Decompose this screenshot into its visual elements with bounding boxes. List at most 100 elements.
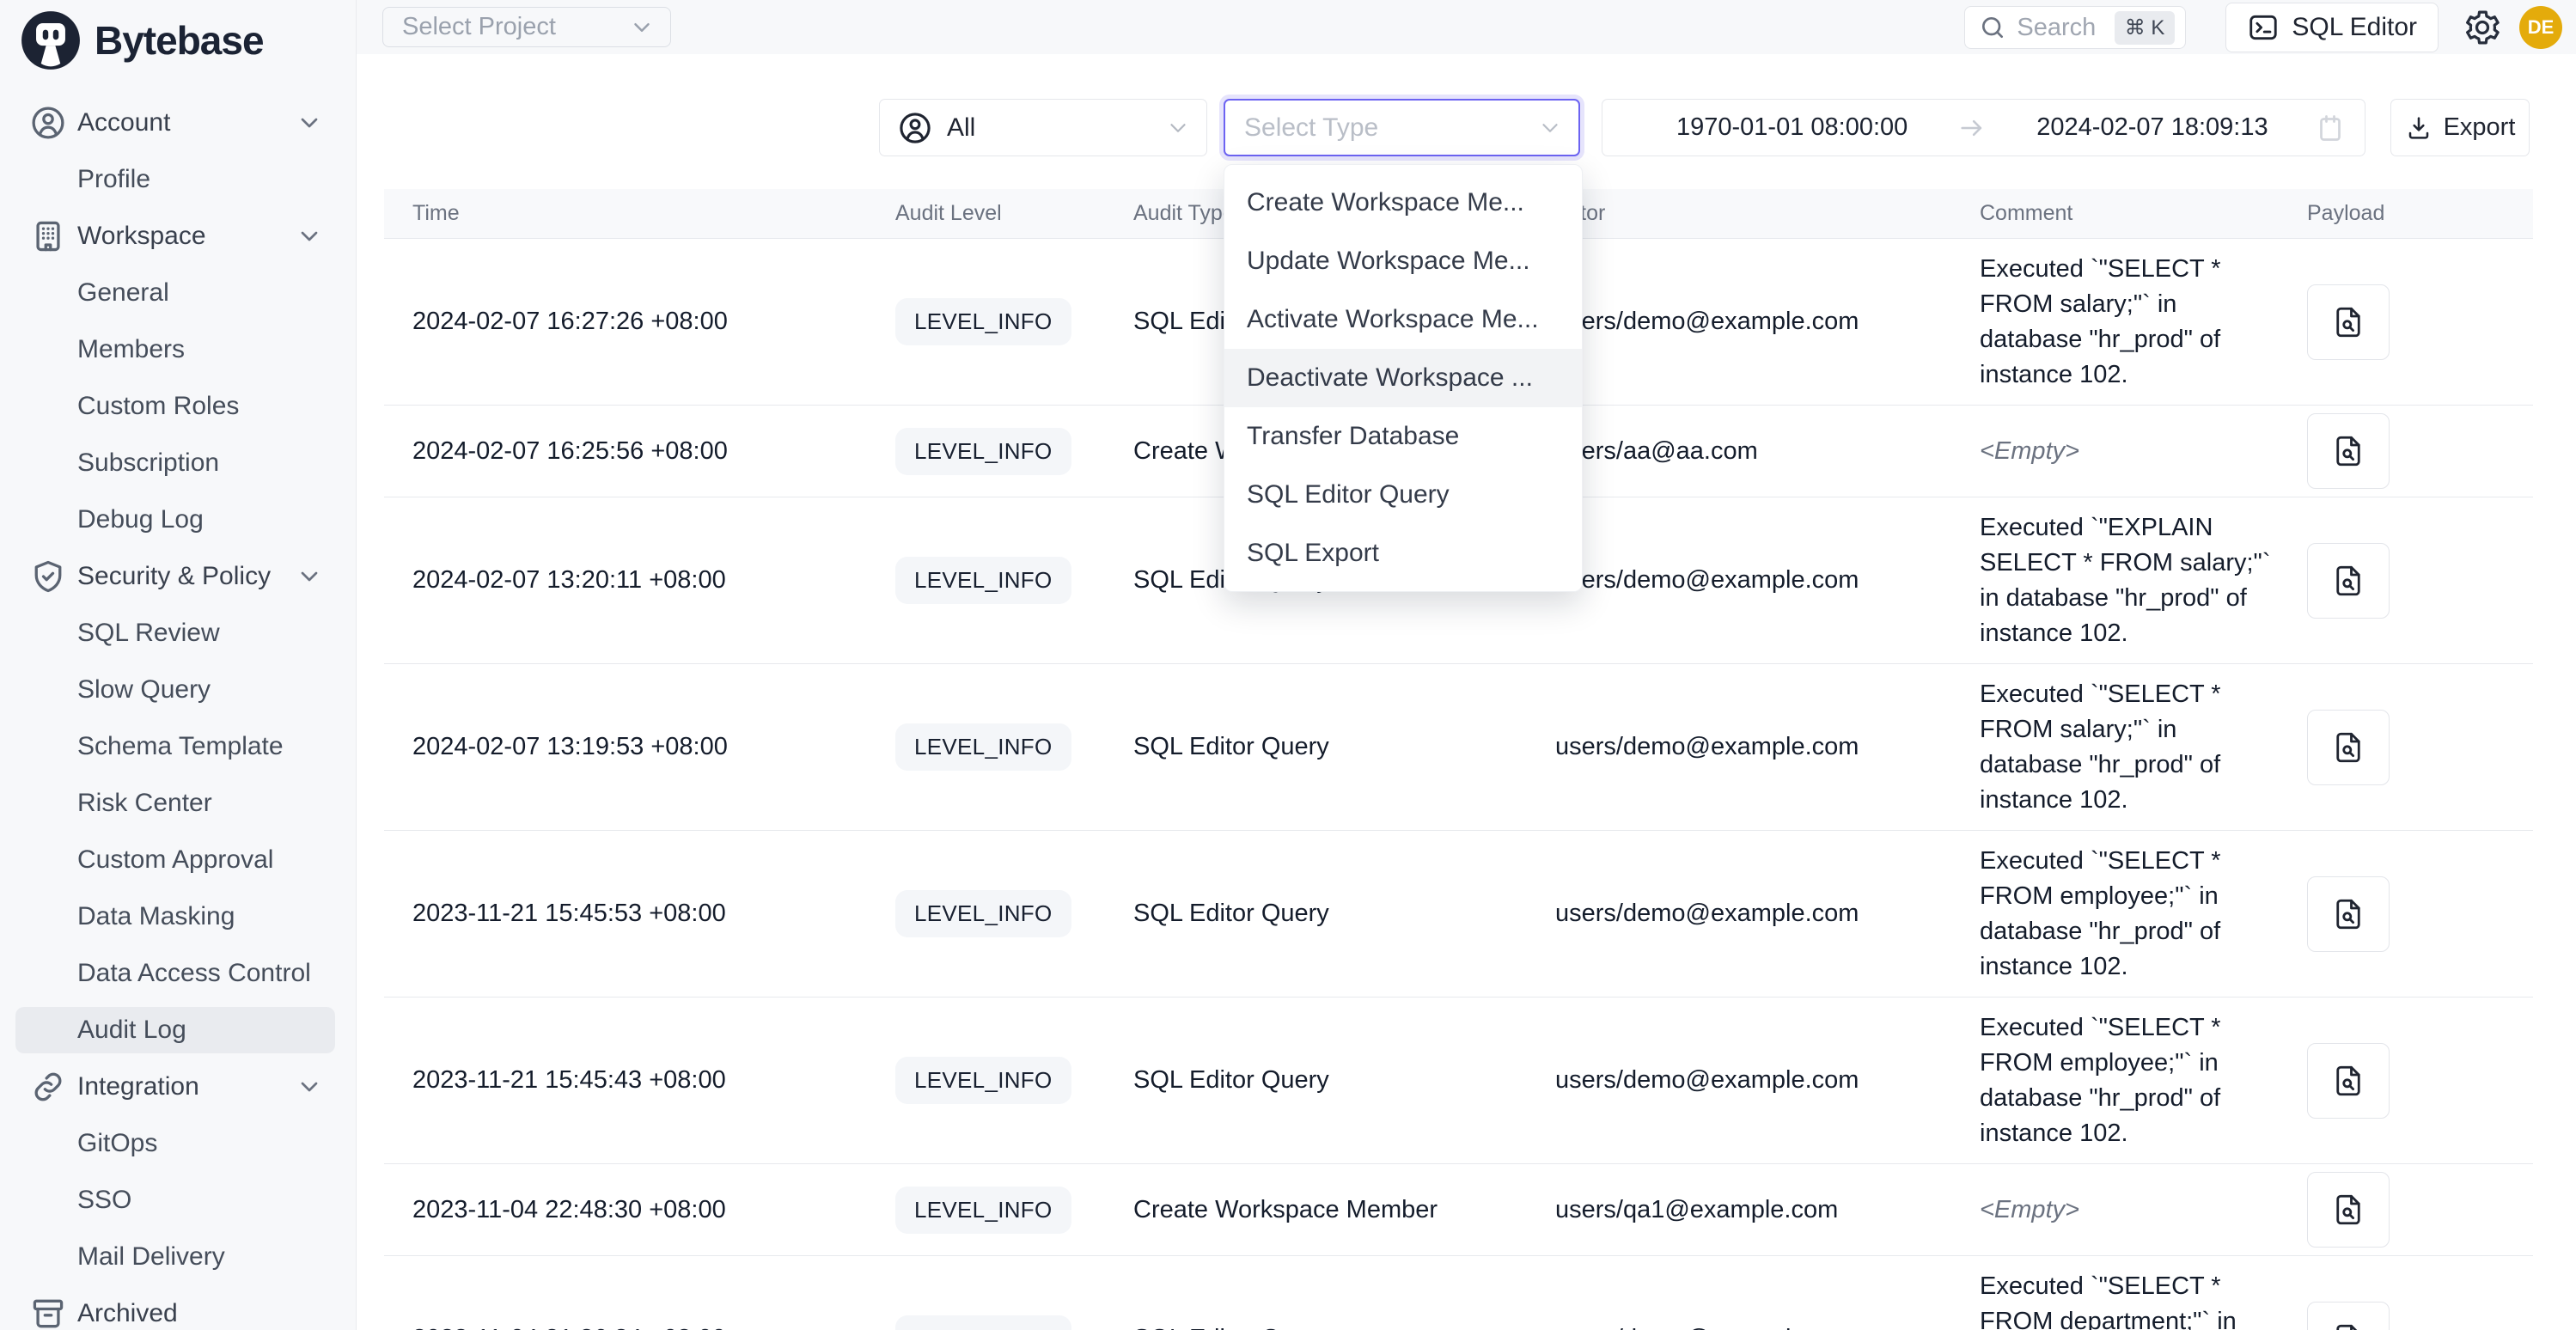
table-row: 2024-02-07 13:19:53 +08:00 LEVEL_INFO SQ… bbox=[384, 664, 2533, 831]
payload-button[interactable] bbox=[2307, 1043, 2390, 1119]
app-root: Bytebase AccountProfileWorkspaceGeneralM… bbox=[0, 0, 2576, 1330]
sidebar-item-profile[interactable]: Profile bbox=[0, 151, 356, 208]
audit-level-badge: LEVEL_INFO bbox=[895, 557, 1071, 604]
type-filter-placeholder: Select Type bbox=[1244, 113, 1378, 143]
col-header-audit-level: Audit Level bbox=[895, 201, 1133, 226]
type-option-label: SQL Editor Query bbox=[1247, 480, 1450, 509]
audit-level-badge: LEVEL_INFO bbox=[895, 1187, 1071, 1234]
date-to-value[interactable]: 2024-02-07 18:09:13 bbox=[2036, 113, 2268, 142]
sidebar-item-security-policy[interactable]: Security & Policy bbox=[0, 548, 356, 605]
actor-cell: users/demo@example.com bbox=[1555, 900, 1980, 928]
file-search-icon bbox=[2330, 896, 2366, 932]
file-search-icon bbox=[2330, 729, 2366, 766]
sidebar-item-general[interactable]: General bbox=[0, 265, 356, 321]
sidebar-item-archived[interactable]: Archived bbox=[0, 1285, 356, 1330]
sidebar-item-account[interactable]: Account bbox=[0, 95, 356, 151]
sidebar-item-slow-query[interactable]: Slow Query bbox=[0, 662, 356, 718]
payload-button[interactable] bbox=[2307, 876, 2390, 952]
sidebar: Bytebase AccountProfileWorkspaceGeneralM… bbox=[0, 0, 357, 1330]
chevron-down-icon bbox=[1165, 115, 1191, 141]
search-input[interactable]: Search ⌘ K bbox=[1964, 6, 2186, 49]
sidebar-item-mail-delivery[interactable]: Mail Delivery bbox=[0, 1229, 356, 1285]
type-option-transfer-database[interactable]: Transfer Database bbox=[1224, 407, 1582, 466]
sidebar-item-label: Archived bbox=[77, 1299, 178, 1328]
payload-button[interactable] bbox=[2307, 413, 2390, 489]
payload-button[interactable] bbox=[2307, 543, 2390, 619]
search-placeholder: Search bbox=[2017, 14, 2114, 42]
payload-button[interactable] bbox=[2307, 1172, 2390, 1248]
actor-cell: users/aa@aa.com bbox=[1555, 437, 1980, 466]
file-search-icon bbox=[2330, 433, 2366, 469]
actor-filter-value: All bbox=[947, 113, 975, 143]
audit-level-badge: LEVEL_INFO bbox=[895, 1315, 1071, 1330]
time-cell: 2023-11-21 15:45:43 +08:00 bbox=[384, 1066, 895, 1095]
export-button[interactable]: Export bbox=[2390, 99, 2530, 156]
shield-icon bbox=[29, 558, 67, 595]
sidebar-item-custom-approval[interactable]: Custom Approval bbox=[0, 832, 356, 888]
sidebar-item-gitops[interactable]: GitOps bbox=[0, 1115, 356, 1172]
sidebar-item-workspace[interactable]: Workspace bbox=[0, 208, 356, 265]
audit-level-badge: LEVEL_INFO bbox=[895, 298, 1071, 345]
audit-level-badge: LEVEL_INFO bbox=[895, 428, 1071, 475]
search-shortcut-kbd: ⌘ K bbox=[2115, 11, 2176, 45]
table-row: 2023-11-21 15:45:43 +08:00 LEVEL_INFO SQ… bbox=[384, 998, 2533, 1164]
sidebar-item-sql-review[interactable]: SQL Review bbox=[0, 605, 356, 662]
sidebar-item-label: SSO bbox=[77, 1186, 131, 1215]
type-option-sql-export[interactable]: SQL Export bbox=[1224, 524, 1582, 583]
project-select[interactable]: Select Project bbox=[382, 7, 671, 47]
payload-button[interactable] bbox=[2307, 284, 2390, 360]
sidebar-item-integration[interactable]: Integration bbox=[0, 1059, 356, 1115]
chevron-icon bbox=[296, 223, 323, 250]
chevron-down-icon bbox=[1537, 115, 1563, 141]
type-option-update-workspace-me[interactable]: Update Workspace Me... bbox=[1224, 232, 1582, 290]
sidebar-item-risk-center[interactable]: Risk Center bbox=[0, 775, 356, 832]
sidebar-item-label: Custom Roles bbox=[77, 392, 239, 421]
sidebar-item-audit-log[interactable]: Audit Log bbox=[0, 1002, 356, 1059]
sidebar-item-debug-log[interactable]: Debug Log bbox=[0, 491, 356, 548]
sidebar-item-schema-template[interactable]: Schema Template bbox=[0, 718, 356, 775]
export-label: Export bbox=[2444, 113, 2516, 142]
file-search-icon bbox=[2330, 1321, 2366, 1330]
file-search-icon bbox=[2330, 304, 2366, 340]
sidebar-item-label: Risk Center bbox=[77, 789, 212, 818]
sidebar-item-label: Subscription bbox=[77, 448, 219, 478]
avatar[interactable]: DE bbox=[2519, 6, 2562, 49]
sidebar-item-data-access-control[interactable]: Data Access Control bbox=[0, 945, 356, 1002]
comment-cell: Executed `"SELECT * FROM department;"` i… bbox=[1980, 1269, 2286, 1330]
type-option-label: Create Workspace Me... bbox=[1247, 188, 1524, 217]
gear-icon[interactable] bbox=[2463, 8, 2502, 47]
sidebar-item-label: Slow Query bbox=[77, 675, 211, 705]
file-search-icon bbox=[2330, 563, 2366, 599]
actor-cell: users/demo@example.com bbox=[1555, 1325, 1980, 1330]
payload-button[interactable] bbox=[2307, 1302, 2390, 1330]
type-option-sql-editor-query[interactable]: SQL Editor Query bbox=[1224, 466, 1582, 524]
type-option-activate-workspace-me[interactable]: Activate Workspace Me... bbox=[1224, 290, 1582, 349]
audit-level-badge: LEVEL_INFO bbox=[895, 1057, 1071, 1104]
payload-button[interactable] bbox=[2307, 710, 2390, 785]
sidebar-item-label: Account bbox=[77, 108, 170, 137]
type-option-deactivate-workspace[interactable]: Deactivate Workspace ... bbox=[1224, 349, 1582, 407]
calendar-icon bbox=[2315, 113, 2346, 143]
sql-editor-button[interactable]: SQL Editor bbox=[2225, 3, 2439, 52]
bytebase-logo-icon bbox=[19, 9, 82, 72]
audit-level-badge: LEVEL_INFO bbox=[895, 723, 1071, 771]
type-filter-select[interactable]: Select Type bbox=[1224, 99, 1580, 156]
comment-cell: <Empty> bbox=[1980, 434, 2286, 469]
type-option-create-workspace-me[interactable]: Create Workspace Me... bbox=[1224, 174, 1582, 232]
building-icon bbox=[29, 217, 67, 255]
date-range-picker[interactable]: 1970-01-01 08:00:00 2024-02-07 18:09:13 bbox=[1602, 99, 2365, 156]
comment-cell: Executed `"SELECT * FROM salary;"` in da… bbox=[1980, 252, 2286, 393]
bytebase-logo[interactable]: Bytebase bbox=[19, 9, 264, 72]
date-from-value[interactable]: 1970-01-01 08:00:00 bbox=[1676, 113, 1908, 142]
sidebar-item-members[interactable]: Members bbox=[0, 321, 356, 378]
type-option-label: Transfer Database bbox=[1247, 422, 1459, 451]
chevron-icon bbox=[296, 563, 323, 590]
actor-cell: users/demo@example.com bbox=[1555, 566, 1980, 595]
sidebar-item-subscription[interactable]: Subscription bbox=[0, 435, 356, 491]
sidebar-item-data-masking[interactable]: Data Masking bbox=[0, 888, 356, 945]
sidebar-item-label: GitOps bbox=[77, 1129, 157, 1158]
sidebar-item-label: Profile bbox=[77, 165, 150, 194]
sidebar-item-custom-roles[interactable]: Custom Roles bbox=[0, 378, 356, 435]
actor-filter-select[interactable]: All bbox=[879, 99, 1207, 156]
sidebar-item-sso[interactable]: SSO bbox=[0, 1172, 356, 1229]
